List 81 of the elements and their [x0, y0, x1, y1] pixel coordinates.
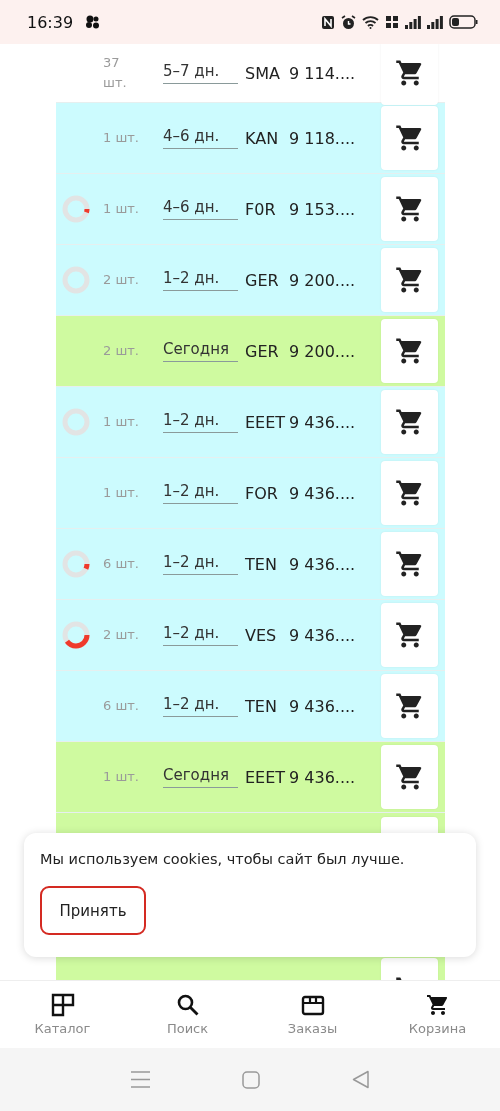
product-price: 9 436....: [289, 696, 356, 716]
add-to-cart-button[interactable]: [381, 532, 438, 596]
delivery-time: 4–6 дн.: [163, 127, 238, 149]
stock-ring: [62, 266, 90, 294]
add-to-cart-button[interactable]: [381, 177, 438, 241]
nav-tab[interactable]: Корзина: [375, 981, 500, 1048]
product-price: 9 436....: [289, 554, 356, 574]
product-name: EEET: [245, 767, 287, 787]
delivery-time: 5–7 дн.: [163, 62, 238, 84]
add-to-cart-button[interactable]: [381, 603, 438, 667]
volte-icon: [385, 15, 399, 29]
stock-quantity: 2 шт.: [103, 271, 140, 289]
wifi-icon: [362, 15, 379, 29]
add-to-cart-button[interactable]: [381, 319, 438, 383]
product-name: EEET: [245, 412, 287, 432]
delivery-time: 1–2 дн.: [163, 624, 238, 646]
nfc-icon: [321, 14, 335, 30]
menu-icon[interactable]: [130, 1071, 150, 1088]
stock-quantity: 1 шт.: [103, 129, 140, 147]
product-price: 9 153....: [289, 199, 356, 219]
stock-quantity: 1 шт.: [103, 768, 140, 786]
add-to-cart-button[interactable]: [381, 248, 438, 312]
search-icon: [175, 993, 200, 1017]
product-price: 9 118....: [289, 128, 356, 148]
product-name: GER: [245, 341, 280, 361]
nav-tab[interactable]: Поиск: [125, 981, 250, 1048]
product-price: 9 436....: [289, 625, 356, 645]
add-to-cart-button[interactable]: [381, 461, 438, 525]
product-price: 9 436....: [289, 483, 356, 503]
accept-button[interactable]: Принять: [40, 886, 146, 935]
add-to-cart-button[interactable]: [381, 390, 438, 454]
catalog-grid-icon: [50, 993, 75, 1017]
product-name: F0R: [245, 199, 277, 219]
stock-quantity: 6 шт.: [103, 555, 140, 573]
delivery-time: 4–6 дн.: [163, 198, 238, 220]
delivery-time: Сегодня: [163, 766, 238, 788]
product-price: 9 114....: [289, 63, 356, 83]
delivery-time: 1–2 дн.: [163, 482, 238, 504]
cart-icon: [425, 993, 450, 1017]
product-name: VES: [245, 625, 278, 645]
stock-quantity: 2 шт.: [103, 342, 140, 360]
stock-ring: [62, 621, 90, 649]
add-to-cart-button[interactable]: [381, 106, 438, 170]
delivery-time: Сегодня: [163, 340, 238, 362]
signal-icon: [405, 15, 421, 29]
stock-ring: [62, 408, 90, 436]
product-name: TEN: [245, 696, 278, 716]
delivery-time: 1–2 дн.: [163, 553, 238, 575]
product-name: GER: [245, 270, 280, 290]
delivery-time: 1–2 дн.: [163, 269, 238, 291]
stock-ring: [62, 550, 90, 578]
stock-quantity: 1 шт.: [103, 484, 140, 502]
product-name: KAN: [245, 128, 280, 148]
stock-quantity: 6 шт.: [103, 697, 140, 715]
product-name: SMA: [245, 63, 281, 83]
stock-quantity: 37 шт.: [103, 54, 128, 92]
stock-quantity: 1 шт.: [103, 200, 140, 218]
signal-icon: [427, 15, 443, 29]
add-to-cart-button[interactable]: [381, 745, 438, 809]
alarm-icon: [341, 14, 356, 30]
stock-ring: [62, 195, 90, 223]
clock-time: 16:39: [27, 12, 74, 32]
cookie-message: Мы используем cookies, чтобы сайт был лучше.: [40, 851, 406, 867]
product-price: 9 436....: [289, 412, 356, 432]
delivery-time: 1–2 дн.: [163, 695, 238, 717]
battery-icon: [449, 15, 478, 29]
box-icon: [300, 993, 325, 1017]
nav-tab[interactable]: Заказы: [250, 981, 375, 1048]
app-dots-icon: [85, 15, 102, 29]
product-price: 9 436....: [289, 767, 356, 787]
stock-quantity: 1 шт.: [103, 413, 140, 431]
product-name: FOR: [245, 483, 279, 503]
back-icon[interactable]: [351, 1070, 370, 1089]
nav-tab[interactable]: Каталог: [0, 981, 125, 1048]
product-name: TEN: [245, 554, 278, 574]
product-price: 9 200....: [289, 341, 356, 361]
product-price: 9 200....: [289, 270, 356, 290]
delivery-time: 1–2 дн.: [163, 411, 238, 433]
add-to-cart-button[interactable]: [381, 44, 438, 105]
add-to-cart-button[interactable]: [381, 674, 438, 738]
stock-quantity: 2 шт.: [103, 626, 140, 644]
